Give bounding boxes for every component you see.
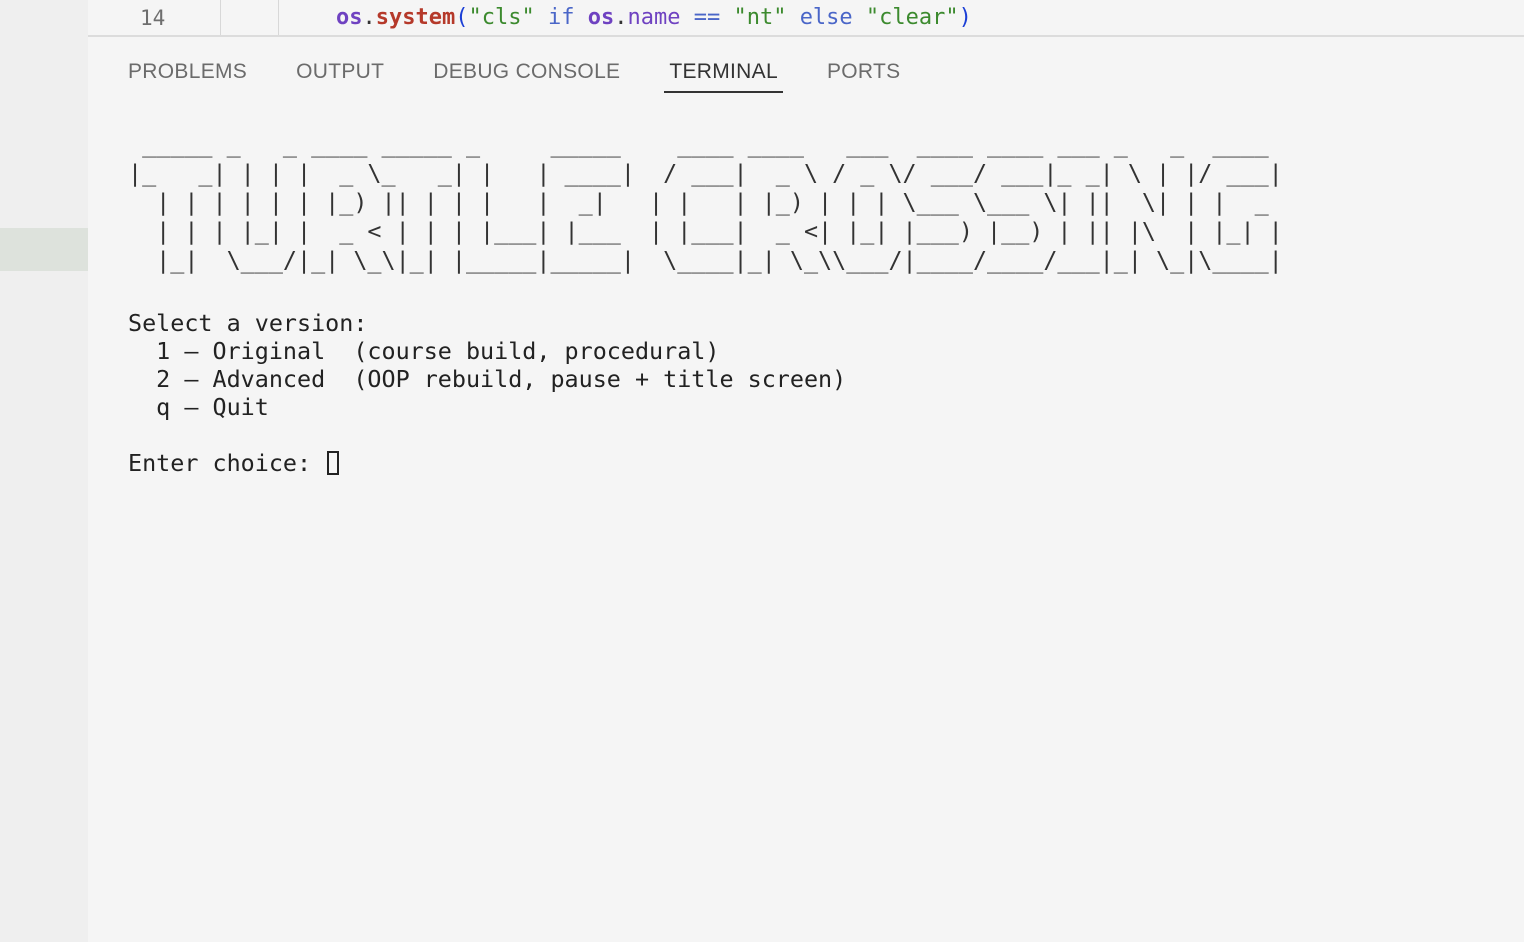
gutter-divider [220, 0, 221, 35]
menu-option-2: 2 — Advanced (OOP rebuild, pause + title… [128, 365, 847, 393]
code-token: "cls" [468, 5, 535, 30]
code-token: . [614, 5, 628, 30]
tab-output[interactable]: OUTPUT [296, 56, 384, 92]
code-text[interactable]: os.system("cls" if os.name == "nt" else … [336, 5, 972, 30]
code-token: "nt" [733, 5, 787, 30]
code-token: . [362, 5, 376, 30]
code-token: os [336, 5, 363, 30]
activity-gutter [0, 0, 88, 942]
input-prompt-line[interactable]: Enter choice: [128, 449, 1508, 477]
tab-terminal[interactable]: TERMINAL [664, 56, 783, 93]
terminal-panel[interactable]: _____ _ _ ____ _____ _ _____ ____ ____ _… [128, 130, 1508, 910]
code-token: == [693, 5, 721, 30]
menu-option-quit: q — Quit [128, 393, 269, 421]
menu-option-1: 1 — Original (course build, procedural) [128, 337, 720, 365]
vscode-window: 14 os.system("cls" if os.name == "nt" el… [0, 0, 1524, 942]
tab-problems[interactable]: PROBLEMS [128, 56, 247, 92]
code-token: name [627, 5, 681, 30]
ascii-banner: _____ _ _ ____ _____ _ _____ ____ ____ _… [128, 130, 1283, 274]
prompt-text: Enter choice: [128, 449, 326, 477]
code-token: if [547, 5, 575, 30]
code-token: system [375, 5, 456, 30]
indent-guide [278, 0, 279, 35]
code-token: ( [455, 5, 469, 30]
code-token: os [587, 5, 615, 30]
tab-ports[interactable]: PORTS [827, 56, 900, 92]
menu-title: Select a version: [128, 309, 368, 337]
editor-code-line[interactable]: 14 os.system("cls" if os.name == "nt" el… [88, 0, 1524, 37]
terminal-cursor[interactable] [327, 451, 340, 475]
code-token: ) [958, 5, 972, 30]
line-number: 14 [140, 6, 166, 30]
code-token: else [799, 5, 853, 30]
gutter-highlight [0, 228, 88, 271]
code-token: "clear" [865, 5, 959, 30]
tab-debug-console[interactable]: DEBUG CONSOLE [433, 56, 620, 92]
panel-tabs: PROBLEMS OUTPUT DEBUG CONSOLE TERMINAL PORTS [128, 56, 949, 96]
